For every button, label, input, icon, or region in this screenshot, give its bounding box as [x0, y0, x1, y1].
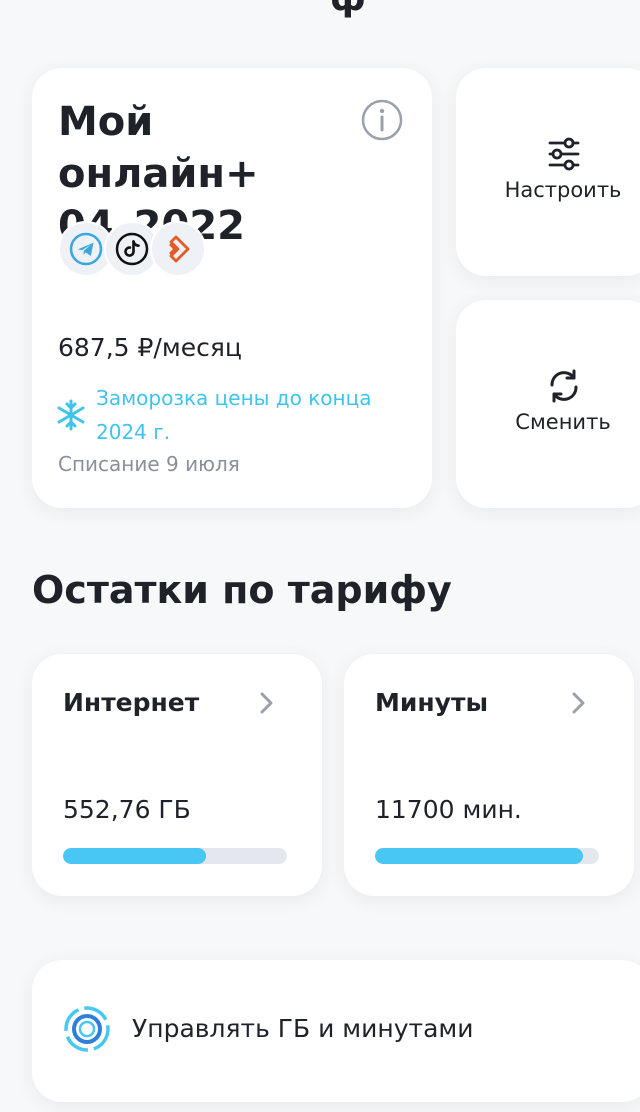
- configure-label: Настроить: [504, 178, 622, 202]
- internet-progress-fill: [63, 848, 207, 864]
- minutes-balance-card[interactable]: Минуты 11700 мин.: [344, 654, 634, 896]
- price-freeze-note: Заморозка цены до конца 2024 г.: [96, 386, 372, 444]
- change-label: Сменить: [515, 410, 611, 434]
- charge-date: Списание 9 июля: [58, 452, 240, 476]
- minutes-remaining: 11700 мин.: [375, 795, 522, 824]
- info-icon[interactable]: [361, 99, 403, 141]
- minutes-progress-fill: [375, 848, 584, 864]
- tariff-card[interactable]: Мой онлайн+ 04_2022 687,5 ₽/месяц Заморо…: [32, 68, 432, 508]
- included-apps: [58, 221, 228, 277]
- manage-label: Управлять ГБ и минутами: [132, 1014, 474, 1043]
- configure-button[interactable]: Настроить: [456, 68, 640, 276]
- tariff-price: 687,5 ₽/месяц: [58, 333, 242, 362]
- internet-progress-bar: [63, 848, 287, 864]
- partial-header-title: ф: [330, 0, 366, 19]
- chevron-right-icon: [260, 692, 273, 714]
- chevron-right-icon: [572, 692, 585, 714]
- refresh-icon: [550, 369, 578, 403]
- internet-balance-card[interactable]: Интернет 552,76 ГБ: [32, 654, 322, 896]
- app-icon: [150, 221, 206, 277]
- minutes-progress-bar: [375, 848, 599, 864]
- balances-title: Остатки по тарифу: [32, 568, 452, 612]
- snowflake-icon: [57, 399, 85, 431]
- sliders-icon: [548, 137, 580, 171]
- manage-gb-minutes-button[interactable]: Управлять ГБ и минутами: [32, 960, 640, 1102]
- internet-label: Интернет: [63, 688, 200, 717]
- rings-icon: [64, 1006, 110, 1052]
- change-tariff-button[interactable]: Сменить: [456, 300, 640, 508]
- minutes-label: Минуты: [375, 688, 489, 717]
- internet-remaining: 552,76 ГБ: [63, 795, 191, 824]
